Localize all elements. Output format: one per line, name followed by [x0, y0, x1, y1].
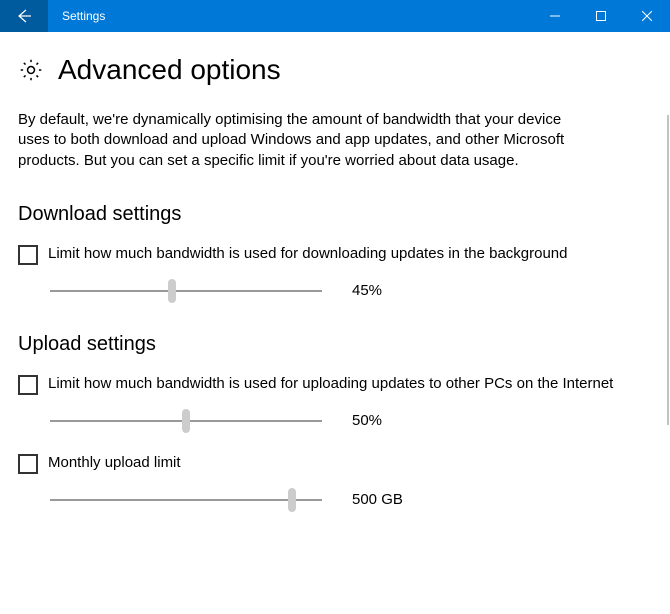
slider-track — [50, 290, 322, 292]
minimize-button[interactable] — [532, 0, 578, 32]
monthly-upload-slider[interactable] — [50, 488, 322, 512]
download-slider-value: 45% — [352, 282, 382, 299]
content-area: Advanced options By default, we're dynam… — [0, 32, 670, 512]
slider-thumb[interactable] — [288, 488, 296, 512]
upload-limit-row: Limit how much bandwidth is used for upl… — [18, 374, 652, 395]
monthly-limit-checkbox[interactable] — [18, 454, 38, 474]
back-arrow-icon — [16, 8, 32, 24]
upload-heading: Upload settings — [18, 333, 652, 356]
page-header: Advanced options — [18, 54, 652, 86]
monthly-limit-label: Monthly upload limit — [48, 453, 181, 473]
download-heading: Download settings — [18, 203, 652, 226]
minimize-icon — [550, 11, 560, 21]
slider-track — [50, 499, 322, 501]
upload-bandwidth-slider[interactable] — [50, 409, 322, 433]
maximize-button[interactable] — [578, 0, 624, 32]
upload-limit-checkbox[interactable] — [18, 375, 38, 395]
titlebar: Settings — [0, 0, 670, 32]
intro-text: By default, we're dynamically optimising… — [18, 110, 578, 171]
monthly-slider-row: 500 GB — [18, 488, 652, 512]
back-button[interactable] — [0, 0, 48, 32]
close-button[interactable] — [624, 0, 670, 32]
download-limit-row: Limit how much bandwidth is used for dow… — [18, 244, 652, 265]
download-slider-row: 45% — [18, 279, 652, 303]
upload-slider-value: 50% — [352, 412, 382, 429]
maximize-icon — [596, 11, 606, 21]
window-title: Settings — [48, 9, 532, 23]
download-bandwidth-slider[interactable] — [50, 279, 322, 303]
close-icon — [642, 11, 652, 21]
monthly-slider-value: 500 GB — [352, 491, 403, 508]
gear-icon — [18, 57, 44, 83]
download-limit-checkbox[interactable] — [18, 245, 38, 265]
monthly-limit-row: Monthly upload limit — [18, 453, 652, 474]
slider-thumb[interactable] — [182, 409, 190, 433]
slider-thumb[interactable] — [168, 279, 176, 303]
page-title: Advanced options — [58, 54, 281, 86]
download-limit-label: Limit how much bandwidth is used for dow… — [48, 244, 568, 264]
window-controls — [532, 0, 670, 32]
upload-limit-label: Limit how much bandwidth is used for upl… — [48, 374, 613, 394]
upload-slider-row: 50% — [18, 409, 652, 433]
